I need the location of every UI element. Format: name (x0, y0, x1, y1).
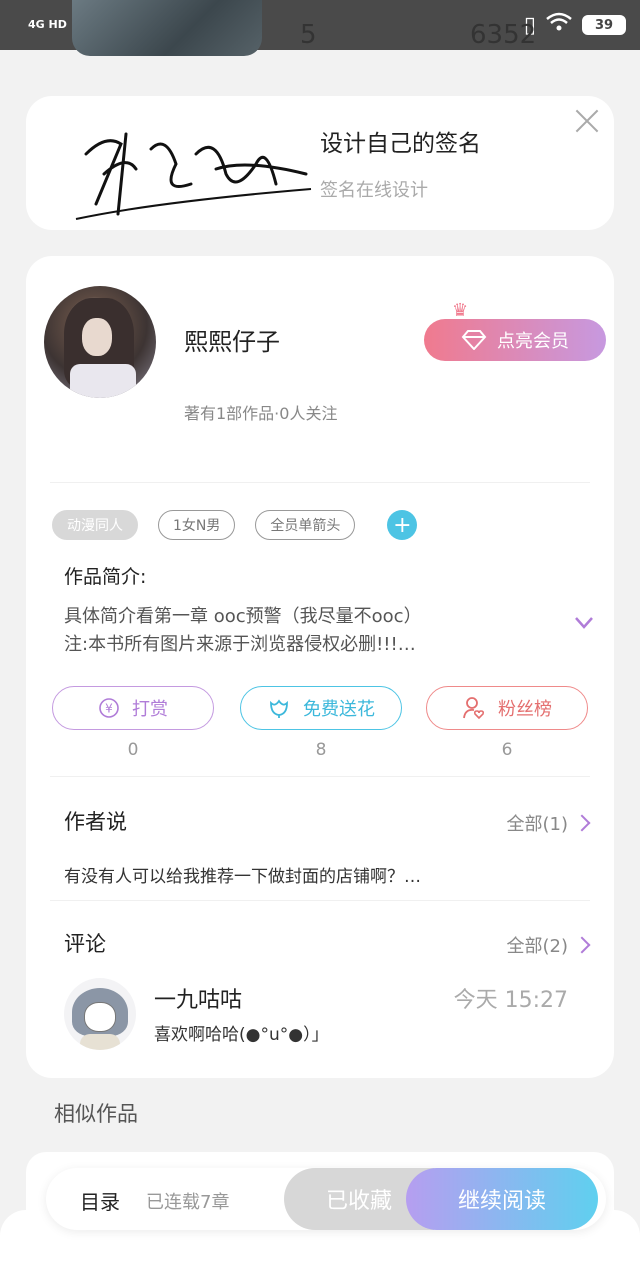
intro-line: 注:本书所有图片来源于浏览器侵权必删!!!… (64, 634, 416, 655)
comment-time: 今天 15:27 (453, 988, 568, 1013)
vip-button[interactable]: 点亮会员 (424, 319, 606, 361)
continue-reading-button[interactable]: 继续阅读 (406, 1168, 598, 1230)
status-bar: 4G HD 18:09 ⧉ ❀ ● ··· ▯ 39 (0, 0, 640, 50)
author-name[interactable]: 熙熙仔子 (184, 322, 280, 357)
similar-works-heading: 相似作品 (54, 1102, 138, 1126)
svg-text:¥: ¥ (105, 702, 113, 716)
reward-button[interactable]: ¥ 打赏 (52, 686, 214, 730)
vip-label: 点亮会员 (497, 331, 569, 352)
diamond-icon (461, 330, 487, 350)
comment-text[interactable]: 喜欢啊哈哈(●°u°●）」 (154, 1020, 329, 1045)
comments-more[interactable]: 全部(2) (506, 932, 591, 958)
author-says-text[interactable]: 有没有人可以给我推荐一下做封面的店铺啊？… (64, 862, 421, 887)
author-meta: 著有1部作品·0人关注 (184, 404, 338, 423)
comments-heading: 评论 (64, 932, 106, 956)
yen-icon: ¥ (99, 698, 119, 718)
status-time: 18:09 (70, 12, 138, 38)
add-tag-icon[interactable]: + (387, 510, 418, 540)
signature-ad-subtitle: 签名在线设计 (320, 180, 428, 201)
commenter-name[interactable]: 一九咕咕 (154, 982, 242, 1014)
network-indicator: 4G HD (28, 18, 67, 31)
reward-label: 打赏 (132, 699, 168, 720)
serial-status: 已连载7章 (146, 1192, 230, 1213)
battery-icon: 39 (582, 15, 626, 35)
chevron-right-icon (573, 936, 591, 954)
send-flower-button[interactable]: 免费送花 (240, 686, 402, 730)
reward-count: 0 (127, 740, 139, 760)
book-info-card: 熙熙仔子 ♛ 点亮会员 著有1部作品·0人关注 动漫同人 1女N男 全员单箭头 … (26, 256, 614, 1078)
chevron-down-icon[interactable] (574, 616, 594, 630)
notification-icons: ⧉ ❀ ● ··· (147, 15, 253, 34)
signature-ad-card[interactable]: 设计自己的签名 签名在线设计 (26, 96, 614, 230)
tag-item[interactable]: 1女N男 (158, 510, 236, 540)
intro-line: 具体简介看第一章 ooc预警（我尽量不ooc） (64, 606, 422, 627)
fans-rank-button[interactable]: 粉丝榜 (426, 686, 588, 730)
toc-button[interactable]: 目录 (80, 1186, 120, 1215)
divider (50, 900, 590, 901)
divider (50, 482, 590, 483)
wifi-icon (546, 12, 572, 38)
fans-count: 6 (501, 740, 513, 760)
fans-icon (463, 697, 485, 720)
tag-item[interactable]: 全员单箭头 (255, 510, 356, 540)
flower-icon (270, 699, 288, 718)
signature-image (75, 132, 312, 220)
bottom-action-bar: 目录 已连载7章 已收藏 继续阅读 (46, 1168, 606, 1230)
commenter-avatar[interactable] (64, 978, 136, 1050)
author-says-more[interactable]: 全部(1) (506, 810, 591, 836)
signature-ad-title: 设计自己的签名 (320, 131, 481, 157)
fans-rank-label: 粉丝榜 (498, 699, 552, 720)
send-flower-label: 免费送花 (303, 699, 375, 720)
chevron-right-icon (573, 814, 591, 832)
intro-heading: 作品简介: (64, 566, 147, 588)
author-says-more-label: 全部(1) (506, 814, 569, 835)
comments-more-label: 全部(2) (506, 936, 569, 957)
flower-count: 8 (315, 740, 327, 760)
tag-list: 动漫同人 1女N男 全员单箭头 + (52, 510, 418, 540)
tag-item[interactable]: 动漫同人 (52, 510, 138, 540)
vibrate-icon: ▯ (523, 12, 536, 38)
crown-icon: ♛ (452, 300, 469, 321)
author-says-heading: 作者说 (64, 810, 127, 834)
author-avatar[interactable] (44, 286, 156, 398)
divider (50, 776, 590, 777)
close-icon[interactable] (572, 106, 602, 136)
